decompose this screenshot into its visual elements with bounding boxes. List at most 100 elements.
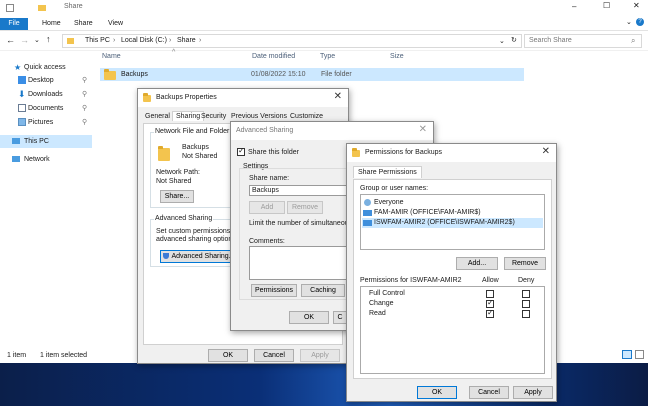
shield-icon: [163, 253, 170, 259]
caching-button[interactable]: Caching: [301, 284, 345, 297]
list-item[interactable]: Everyone: [362, 198, 543, 207]
document-icon: [18, 104, 26, 112]
read-allow-checkbox[interactable]: [486, 308, 494, 318]
forward-arrow-icon[interactable]: →: [20, 35, 29, 45]
nav-item-network[interactable]: Network: [0, 153, 92, 166]
nav-item-this-pc[interactable]: This PC: [0, 135, 92, 148]
refresh-icon[interactable]: ↻: [511, 36, 517, 44]
file-date: 01/08/2022 15:10: [251, 71, 306, 78]
tab-file[interactable]: File: [0, 18, 28, 30]
change-deny-checkbox[interactable]: [522, 300, 530, 308]
user-name: ISWFAM-AMIR2 (OFFICE\ISWFAM-AMIR2$): [374, 219, 515, 226]
tab-home[interactable]: Home: [34, 18, 69, 30]
folder-state: Not Shared: [182, 153, 218, 160]
address-row: ← → ⌄ ↑ This PC Local Disk (C:) Share › …: [0, 31, 648, 51]
tab-view[interactable]: View: [100, 18, 131, 30]
full-control-deny-checkbox[interactable]: [522, 290, 530, 298]
remove-user-button[interactable]: Remove: [504, 257, 546, 270]
tab-previous-versions[interactable]: Previous Versions: [231, 113, 287, 120]
full-control-allow-checkbox[interactable]: [486, 290, 494, 298]
apply-button[interactable]: Apply: [300, 349, 340, 362]
tab-share[interactable]: Share: [66, 18, 101, 30]
pin-icon[interactable]: ⚲: [82, 74, 87, 87]
up-arrow-icon[interactable]: ↑: [46, 34, 51, 44]
chevron-down-icon[interactable]: ⌄: [626, 18, 632, 26]
group-or-user-label: Group or user names:: [360, 185, 429, 192]
advanced-ok-button[interactable]: OK: [289, 311, 329, 324]
close-icon[interactable]: ✕: [419, 125, 427, 135]
breadcrumb-share[interactable]: Share: [177, 37, 196, 44]
nav-item-downloads[interactable]: ⬇ Downloads ⚲: [0, 88, 92, 101]
permissions-cancel-button[interactable]: Cancel: [469, 386, 509, 399]
pin-icon[interactable]: ⚲: [82, 116, 87, 129]
change-allow-checkbox[interactable]: [486, 298, 494, 308]
details-view-icon[interactable]: [622, 350, 632, 359]
permissions-for-label: Permissions for ISWFAM-AMIR2: [360, 277, 462, 284]
desktop-icon: [18, 76, 26, 84]
nav-item-pictures[interactable]: Pictures ⚲: [0, 116, 92, 129]
column-header-name[interactable]: Name: [102, 53, 121, 60]
window-title: Share: [64, 3, 83, 10]
remove-share-button[interactable]: Remove: [287, 201, 323, 214]
share-button[interactable]: Share...: [160, 190, 194, 203]
advanced-sharing-button[interactable]: Advanced Sharing...: [160, 250, 238, 263]
nav-label: Documents: [28, 105, 64, 112]
allow-header: Allow: [482, 277, 499, 284]
column-header-date[interactable]: Date modified: [252, 53, 295, 60]
column-header-type[interactable]: Type: [320, 53, 335, 60]
large-icons-view-icon[interactable]: [635, 350, 644, 359]
tab-sharing[interactable]: Sharing: [172, 111, 205, 121]
breadcrumb-separator-icon: ›: [199, 37, 202, 44]
column-header-size[interactable]: Size: [390, 53, 404, 60]
tab-customize[interactable]: Customize: [290, 113, 323, 120]
pin-icon[interactable]: ⚲: [82, 102, 87, 115]
table-row[interactable]: Backups 01/08/2022 15:10 File folder: [100, 68, 524, 81]
share-this-folder-checkbox[interactable]: [237, 146, 245, 156]
list-item[interactable]: FAM-AMIR (OFFICE\FAM-AMIR$): [362, 208, 543, 217]
tab-security[interactable]: Security: [201, 113, 226, 120]
address-dropdown-icon[interactable]: ⌄: [499, 37, 505, 45]
advanced-sharing-label: Advanced Sharing...: [171, 253, 235, 260]
permissions-apply-button[interactable]: Apply: [513, 386, 553, 399]
minimize-button[interactable]: –: [572, 2, 576, 11]
quick-access-toolbar-icon[interactable]: [6, 4, 14, 12]
advanced-cancel-button[interactable]: C: [333, 311, 347, 324]
pin-icon[interactable]: ⚲: [82, 88, 87, 101]
list-item[interactable]: ISWFAM-AMIR2 (OFFICE\ISWFAM-AMIR2$): [362, 218, 543, 228]
pictures-icon: [18, 118, 26, 126]
nav-label: Quick access: [24, 64, 66, 71]
recent-chevron-icon[interactable]: ⌄: [34, 36, 40, 44]
breadcrumb-separator-icon: ›: [113, 37, 116, 44]
back-arrow-icon[interactable]: ←: [6, 35, 15, 45]
nav-item-documents[interactable]: Documents ⚲: [0, 102, 92, 115]
address-bar[interactable]: This PC Local Disk (C:) Share › › › ⌄ ↻: [62, 34, 522, 48]
nav-item-desktop[interactable]: Desktop ⚲: [0, 74, 92, 87]
user-list[interactable]: Everyone FAM-AMIR (OFFICE\FAM-AMIR$) ISW…: [360, 194, 545, 250]
tab-general[interactable]: General: [145, 113, 170, 120]
ok-button[interactable]: OK: [208, 349, 248, 362]
help-icon[interactable]: ?: [636, 18, 644, 26]
title-bar: Share – ☐ ✕: [0, 0, 648, 16]
add-user-button[interactable]: Add...: [456, 257, 498, 270]
tab-share-permissions[interactable]: Share Permissions: [353, 166, 422, 178]
cancel-button[interactable]: Cancel: [254, 349, 294, 362]
group-label: Network File and Folder Sh: [154, 128, 241, 135]
user-name: FAM-AMIR (OFFICE\FAM-AMIR$): [374, 209, 481, 216]
close-window-button[interactable]: ✕: [633, 1, 640, 10]
search-input[interactable]: Search Share: [529, 37, 572, 44]
nav-label: Network: [24, 156, 50, 163]
nav-item-quick-access[interactable]: ★ Quick access: [0, 61, 92, 74]
limit-users-label: Limit the number of simultaneous us: [249, 220, 362, 227]
computer-icon: [12, 138, 20, 144]
close-icon[interactable]: ✕: [542, 147, 550, 157]
permissions-button[interactable]: Permissions: [251, 284, 297, 297]
read-deny-checkbox[interactable]: [522, 310, 530, 318]
navigation-pane: ★ Quick access Desktop ⚲ ⬇ Downloads ⚲ D…: [0, 51, 92, 345]
search-box[interactable]: Search Share ⌕: [524, 34, 642, 48]
permissions-ok-button[interactable]: OK: [417, 386, 457, 399]
breadcrumb-local-disk[interactable]: Local Disk (C:): [121, 37, 167, 44]
add-share-button[interactable]: Add: [249, 201, 285, 214]
close-icon[interactable]: ✕: [334, 92, 342, 102]
maximize-button[interactable]: ☐: [603, 1, 610, 10]
breadcrumb-this-pc[interactable]: This PC: [85, 37, 110, 44]
